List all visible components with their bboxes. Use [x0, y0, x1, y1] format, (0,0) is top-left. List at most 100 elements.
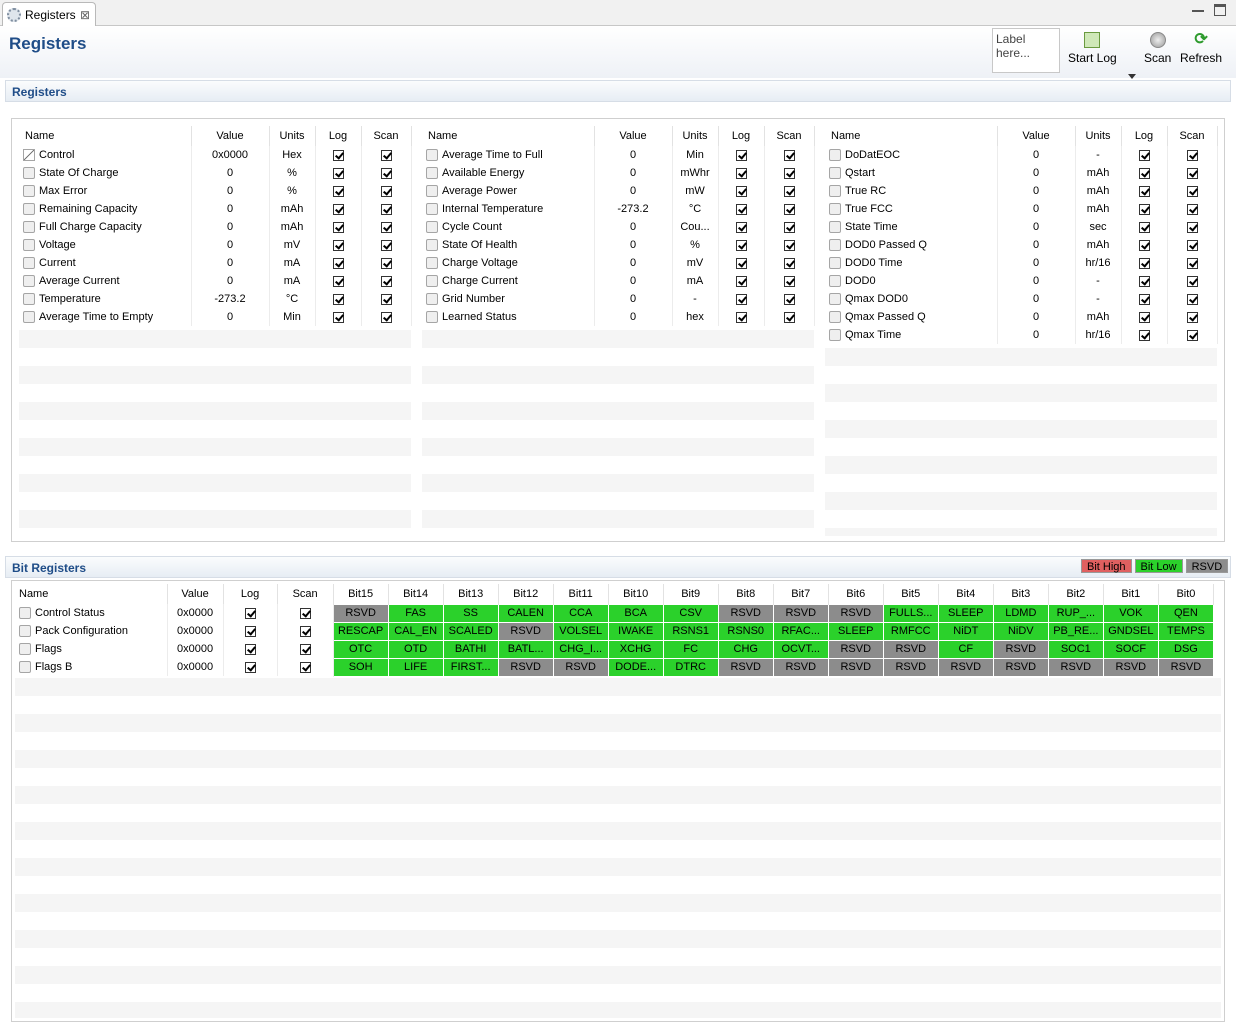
maximize-icon[interactable]: [1214, 4, 1226, 16]
table-row[interactable]: Qstart 0 mAh: [825, 164, 1218, 182]
lock-icon[interactable]: [426, 185, 438, 198]
column-header[interactable]: Value: [167, 584, 224, 604]
bit-cell[interactable]: OTD: [387, 639, 444, 659]
bit-cell[interactable]: RSVD: [497, 657, 554, 677]
log-checkbox[interactable]: [735, 293, 747, 305]
bit-register-value[interactable]: 0x0000: [167, 640, 224, 658]
register-value[interactable]: 0: [191, 272, 270, 290]
register-value[interactable]: 0: [997, 326, 1076, 344]
column-header[interactable]: Log: [718, 126, 765, 146]
lock-icon[interactable]: [23, 239, 35, 252]
register-value[interactable]: 0: [594, 146, 673, 164]
table-row[interactable]: Charge Current 0 mA: [422, 272, 815, 290]
log-checkbox[interactable]: [332, 239, 344, 251]
table-row[interactable]: Qmax Time 0 hr/16: [825, 326, 1218, 344]
lock-icon[interactable]: [426, 239, 438, 252]
table-row[interactable]: DOD0 Passed Q 0 mAh: [825, 236, 1218, 254]
minimize-icon[interactable]: [1192, 4, 1204, 12]
lock-icon[interactable]: [19, 661, 31, 674]
bit-cell[interactable]: SOH: [332, 657, 389, 677]
log-checkbox[interactable]: [735, 311, 747, 323]
lock-icon[interactable]: [426, 203, 438, 216]
bit-cell[interactable]: FULLS...: [882, 603, 939, 623]
table-row[interactable]: True RC 0 mAh: [825, 182, 1218, 200]
column-header[interactable]: Scan: [764, 126, 815, 146]
bit-cell[interactable]: CHG_I...: [552, 639, 609, 659]
lock-icon[interactable]: [829, 203, 841, 216]
log-checkbox[interactable]: [1138, 275, 1150, 287]
table-row[interactable]: Flags 0x0000 OTC OTD BATHI BATL... CHG_I... XCH…: [15, 639, 1215, 659]
log-checkbox[interactable]: [244, 661, 256, 673]
bit-cell[interactable]: RSVD: [827, 657, 884, 677]
column-header[interactable]: Log: [223, 584, 278, 604]
bit-cell[interactable]: BCA: [607, 603, 664, 623]
bit-cell[interactable]: LIFE: [387, 657, 444, 677]
bit-cell[interactable]: XCHG: [607, 639, 664, 659]
column-header[interactable]: Bit0: [1158, 584, 1215, 604]
register-value[interactable]: 0: [997, 236, 1076, 254]
bit-cell[interactable]: BATL...: [497, 639, 554, 659]
label-input[interactable]: Label here...: [992, 28, 1060, 73]
bit-cell[interactable]: OTC: [332, 639, 389, 659]
table-row[interactable]: Average Time to Full 0 Min: [422, 146, 815, 164]
table-row[interactable]: Temperature -273.2 °C: [19, 290, 412, 308]
lock-icon[interactable]: [829, 167, 841, 180]
bit-cell[interactable]: SS: [442, 603, 499, 623]
table-row[interactable]: State Of Charge 0%: [19, 164, 412, 182]
lock-icon[interactable]: [829, 221, 841, 234]
scan-checkbox[interactable]: [380, 311, 392, 323]
log-checkbox[interactable]: [244, 643, 256, 655]
scan-checkbox[interactable]: [1186, 293, 1198, 305]
table-row[interactable]: Control 0x0000 Hex: [19, 146, 412, 164]
log-checkbox[interactable]: [1138, 185, 1150, 197]
log-checkbox[interactable]: [735, 149, 747, 161]
bit-cell[interactable]: DTRC: [662, 657, 719, 677]
column-header[interactable]: Name: [15, 584, 168, 604]
register-value[interactable]: 0: [594, 182, 673, 200]
scan-checkbox[interactable]: [783, 221, 795, 233]
register-value[interactable]: 0: [191, 200, 270, 218]
column-header[interactable]: Bit13: [443, 584, 499, 604]
table-row[interactable]: Internal Temperature -273.2 °C: [422, 200, 815, 218]
column-header[interactable]: Bit4: [938, 584, 994, 604]
scan-checkbox[interactable]: [380, 221, 392, 233]
bit-cell[interactable]: GNDSEL: [1102, 621, 1159, 641]
scan-checkbox[interactable]: [380, 257, 392, 269]
register-value[interactable]: 0: [594, 290, 673, 308]
register-value[interactable]: 0: [997, 254, 1076, 272]
log-checkbox[interactable]: [1138, 257, 1150, 269]
bit-cell[interactable]: RSNS0: [717, 621, 774, 641]
log-checkbox[interactable]: [735, 221, 747, 233]
register-value[interactable]: 0x0000: [191, 146, 270, 164]
scan-checkbox[interactable]: [783, 149, 795, 161]
table-row[interactable]: Qmax Passed Q 0 mAh: [825, 308, 1218, 326]
start-log-button[interactable]: Start Log: [1068, 32, 1117, 65]
scan-checkbox[interactable]: [783, 239, 795, 251]
bit-cell[interactable]: RSVD: [552, 657, 609, 677]
bit-cell[interactable]: RSVD: [882, 657, 939, 677]
bit-cell[interactable]: RSNS1: [662, 621, 719, 641]
scan-checkbox[interactable]: [783, 257, 795, 269]
scan-checkbox[interactable]: [1186, 203, 1198, 215]
column-header[interactable]: Units: [269, 126, 316, 146]
log-checkbox[interactable]: [332, 293, 344, 305]
bit-cell[interactable]: VOK: [1102, 603, 1159, 623]
scan-checkbox[interactable]: [783, 185, 795, 197]
column-header[interactable]: Bit14: [388, 584, 444, 604]
register-value[interactable]: 0: [997, 308, 1076, 326]
bit-cell[interactable]: RMFCC: [882, 621, 939, 641]
bit-cell[interactable]: RSVD: [717, 657, 774, 677]
table-row[interactable]: Qmax DOD0 0-: [825, 290, 1218, 308]
column-header[interactable]: Bit5: [883, 584, 939, 604]
bit-cell[interactable]: RUP_...: [1047, 603, 1104, 623]
column-header[interactable]: Bit15: [333, 584, 389, 604]
bit-cell[interactable]: CHG: [717, 639, 774, 659]
column-header[interactable]: Bit3: [993, 584, 1049, 604]
table-row[interactable]: Remaining Capacity 0 mAh: [19, 200, 412, 218]
bit-cell[interactable]: RSVD: [937, 657, 994, 677]
scan-checkbox[interactable]: [1186, 329, 1198, 341]
bit-cell[interactable]: RSVD: [1157, 657, 1215, 677]
register-value[interactable]: 0: [191, 308, 270, 326]
register-value[interactable]: 0: [594, 236, 673, 254]
lock-icon[interactable]: [23, 221, 35, 234]
